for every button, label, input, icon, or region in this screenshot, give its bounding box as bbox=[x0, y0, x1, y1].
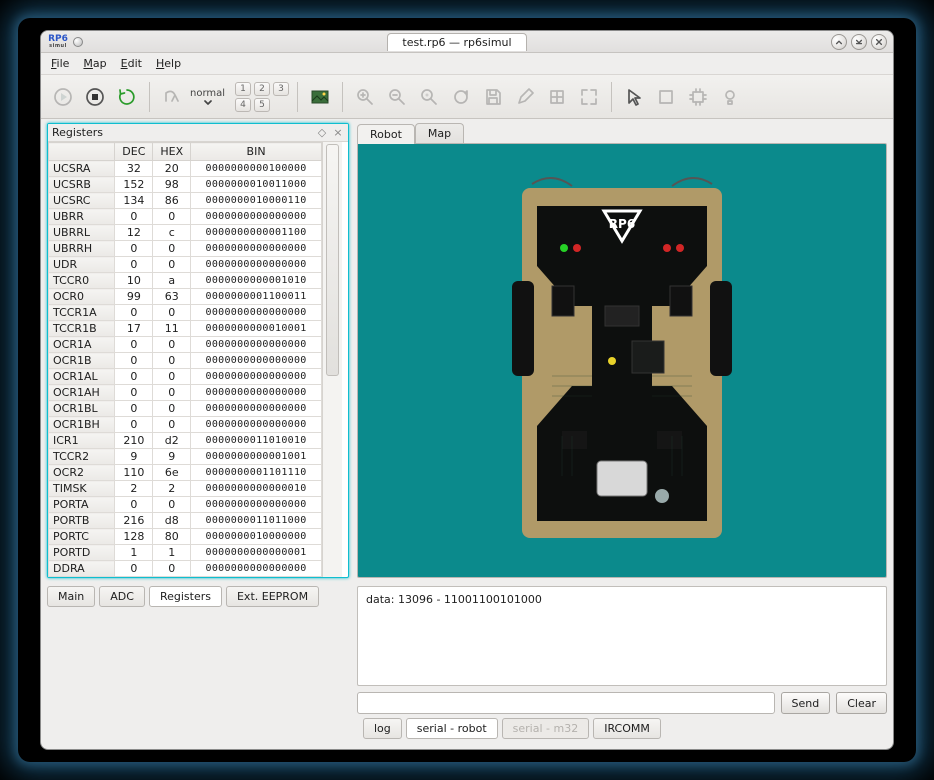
left-tab-ext-eeprom[interactable]: Ext. EEPROM bbox=[226, 586, 319, 607]
table-row[interactable]: OCR21106e0000000001101110 bbox=[49, 465, 322, 481]
reload-button[interactable] bbox=[113, 83, 141, 111]
preset-1-button[interactable]: 1 bbox=[235, 82, 251, 96]
robot-board-image: RP6 bbox=[502, 176, 742, 546]
table-row[interactable]: UCSRA32200000000000100000 bbox=[49, 161, 322, 177]
maximize-button[interactable] bbox=[851, 34, 867, 50]
zoom-out-icon[interactable] bbox=[383, 83, 411, 111]
table-row[interactable]: OCR1AH000000000000000000 bbox=[49, 385, 322, 401]
table-row[interactable]: OCR1BL000000000000000000 bbox=[49, 401, 322, 417]
serial-line: data: 13096 - 11001100101000 bbox=[366, 593, 878, 606]
table-row[interactable]: DDRA000000000000000000 bbox=[49, 561, 322, 577]
right-tab-serial-m32: serial - m32 bbox=[502, 718, 590, 739]
table-row[interactable]: TCCR1B17110000000000010001 bbox=[49, 321, 322, 337]
table-row[interactable]: UBRRH000000000000000000 bbox=[49, 241, 322, 257]
tab-map[interactable]: Map bbox=[415, 123, 464, 143]
play-button[interactable] bbox=[49, 83, 77, 111]
table-row[interactable]: TCCR2990000000000001001 bbox=[49, 449, 322, 465]
robot-view[interactable]: RP6 bbox=[357, 143, 887, 578]
table-row[interactable]: TIMSK220000000000000010 bbox=[49, 481, 322, 497]
menu-map[interactable]: Map bbox=[83, 57, 106, 70]
left-bottom-tabs: MainADCRegistersExt. EEPROM bbox=[41, 582, 353, 613]
grid-icon[interactable] bbox=[543, 83, 571, 111]
table-row[interactable]: PORTC128800000000010000000 bbox=[49, 529, 322, 545]
right-tab-ircomm[interactable]: IRCOMM bbox=[593, 718, 661, 739]
chip-icon[interactable] bbox=[684, 83, 712, 111]
table-row[interactable]: PORTB216d80000000011011000 bbox=[49, 513, 322, 529]
expand-icon[interactable] bbox=[575, 83, 603, 111]
app-icon: RP6 simul bbox=[47, 33, 69, 51]
left-tab-main[interactable]: Main bbox=[47, 586, 95, 607]
edit-icon[interactable] bbox=[511, 83, 539, 111]
col-bin[interactable]: BIN bbox=[191, 143, 322, 161]
send-button[interactable]: Send bbox=[781, 692, 831, 714]
menu-help[interactable]: Help bbox=[156, 57, 181, 70]
menu-edit[interactable]: Edit bbox=[121, 57, 142, 70]
step-icon[interactable] bbox=[158, 83, 186, 111]
table-row[interactable]: OCR1AL000000000000000000 bbox=[49, 369, 322, 385]
preset-4-button[interactable]: 4 bbox=[235, 98, 251, 112]
table-row[interactable]: PORTA000000000000000000 bbox=[49, 497, 322, 513]
registers-panel: Registers ◇ × DEC HEX bbox=[47, 123, 349, 578]
panel-close-icon[interactable]: × bbox=[332, 126, 344, 139]
image-icon[interactable] bbox=[306, 83, 334, 111]
app-window: RP6 simul test.rp6 — rp6simul File Map E… bbox=[40, 30, 894, 750]
table-row[interactable]: UBRRL12c0000000000001100 bbox=[49, 225, 322, 241]
serial-output[interactable]: data: 13096 - 11001100101000 bbox=[357, 586, 887, 686]
table-scrollbar[interactable] bbox=[322, 142, 342, 577]
col-hex[interactable]: HEX bbox=[153, 143, 191, 161]
preset-3-button[interactable]: 3 bbox=[273, 82, 289, 96]
preset-2-button[interactable]: 2 bbox=[254, 82, 270, 96]
serial-input[interactable] bbox=[357, 692, 775, 714]
col-name[interactable] bbox=[49, 143, 115, 161]
table-row[interactable]: PORTD110000000000000001 bbox=[49, 545, 322, 561]
right-tab-log[interactable]: log bbox=[363, 718, 402, 739]
pointer-icon[interactable] bbox=[620, 83, 648, 111]
right-tabs: RobotMap bbox=[357, 123, 887, 143]
table-row[interactable]: UBRR000000000000000000 bbox=[49, 209, 322, 225]
table-row[interactable]: TCCR1A000000000000000000 bbox=[49, 305, 322, 321]
minimize-button[interactable] bbox=[831, 34, 847, 50]
table-row[interactable]: OCR1B000000000000000000 bbox=[49, 353, 322, 369]
titlebar: RP6 simul test.rp6 — rp6simul bbox=[41, 31, 893, 53]
square-icon[interactable] bbox=[652, 83, 680, 111]
tab-robot[interactable]: Robot bbox=[357, 124, 415, 144]
left-tab-registers[interactable]: Registers bbox=[149, 586, 222, 607]
svg-text:RP6: RP6 bbox=[609, 217, 635, 231]
table-row[interactable]: OCR1A000000000000000000 bbox=[49, 337, 322, 353]
table-row[interactable]: UDR000000000000000000 bbox=[49, 257, 322, 273]
light-icon[interactable] bbox=[716, 83, 744, 111]
zoom-fit-icon[interactable] bbox=[415, 83, 443, 111]
zoom-in-icon[interactable] bbox=[351, 83, 379, 111]
title-tab: test.rp6 — rp6simul bbox=[387, 33, 526, 51]
right-tab-serial-robot[interactable]: serial - robot bbox=[406, 718, 498, 739]
table-row[interactable]: OCR099630000000001100011 bbox=[49, 289, 322, 305]
panel-detach-icon[interactable]: ◇ bbox=[316, 126, 328, 139]
table-row[interactable]: UCSRB152980000000010011000 bbox=[49, 177, 322, 193]
menubar: File Map Edit Help bbox=[41, 53, 893, 75]
left-tab-adc[interactable]: ADC bbox=[99, 586, 145, 607]
registers-table: DEC HEX BIN UCSRA32200000000000100000UCS… bbox=[48, 142, 322, 577]
col-dec[interactable]: DEC bbox=[115, 143, 153, 161]
scale-selector[interactable]: normal bbox=[190, 88, 225, 105]
table-row[interactable]: ICR1210d20000000011010010 bbox=[49, 433, 322, 449]
rotate-icon[interactable] bbox=[447, 83, 475, 111]
table-row[interactable]: OCR1BH000000000000000000 bbox=[49, 417, 322, 433]
window-menu-icon[interactable] bbox=[73, 37, 83, 47]
panel-title: Registers bbox=[52, 126, 103, 139]
clear-button[interactable]: Clear bbox=[836, 692, 887, 714]
close-button[interactable] bbox=[871, 34, 887, 50]
preset-5-button[interactable]: 5 bbox=[254, 98, 270, 112]
stop-button[interactable] bbox=[81, 83, 109, 111]
save-icon[interactable] bbox=[479, 83, 507, 111]
toolbar: normal 1 2 3 4 5 bbox=[41, 75, 893, 119]
table-row[interactable]: UCSRC134860000000010000110 bbox=[49, 193, 322, 209]
right-bottom-tabs: logserial - robotserial - m32IRCOMM bbox=[357, 714, 887, 745]
menu-file[interactable]: File bbox=[51, 57, 69, 70]
table-row[interactable]: TCCR010a0000000000001010 bbox=[49, 273, 322, 289]
